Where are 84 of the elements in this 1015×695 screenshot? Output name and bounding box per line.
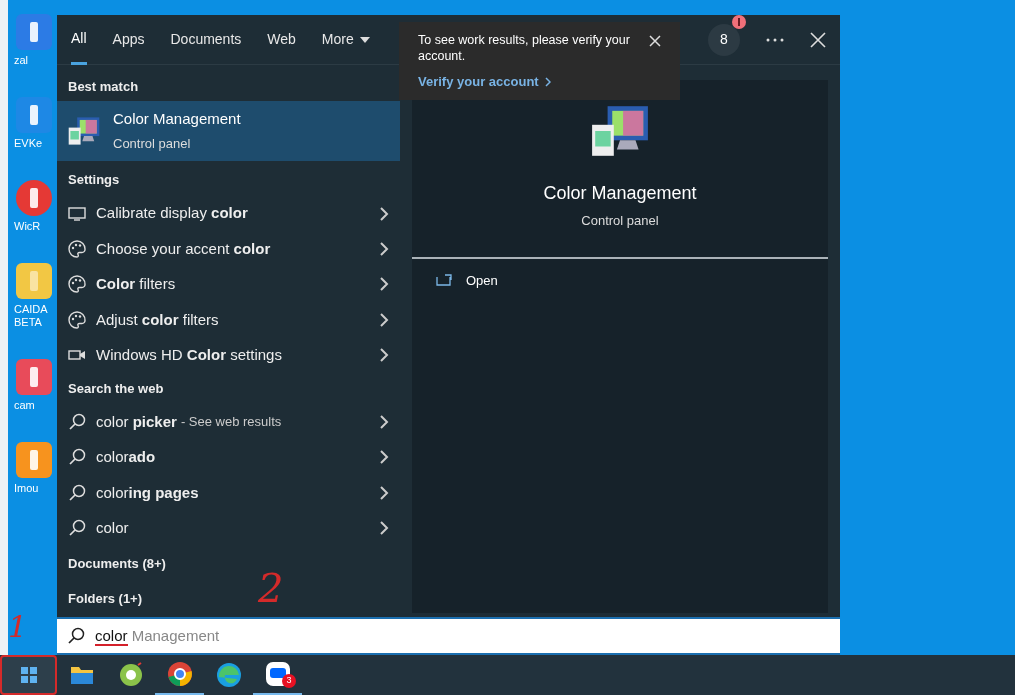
settings-result[interactable]: Windows HD Color settings — [57, 337, 400, 373]
search-icon — [68, 413, 86, 432]
annotation-number: 1 — [8, 612, 28, 642]
web-result[interactable]: color — [57, 510, 400, 546]
filter-tab[interactable]: Apps — [112, 14, 145, 65]
filter-tab[interactable]: Documents — [170, 14, 242, 65]
taskbar-app[interactable]: 3 — [253, 655, 302, 695]
close-icon[interactable] — [649, 35, 661, 47]
result-text: color picker — [96, 411, 177, 432]
palette-icon — [68, 240, 86, 259]
filter-tab[interactable]: All — [71, 14, 87, 65]
annotation-number: 2 — [258, 568, 284, 608]
chat-app-icon[interactable] — [264, 661, 291, 687]
section-heading: Best match — [67, 78, 140, 96]
open-action[interactable]: Open — [412, 258, 828, 302]
chevron-right-icon — [379, 206, 389, 221]
settings-result[interactable]: Choose your accent color — [57, 231, 400, 267]
alert-badge-icon — [732, 14, 746, 29]
section-heading[interactable]: Folders (1+) — [68, 589, 143, 609]
result-text: Adjust color filters — [96, 309, 220, 330]
search-icon — [68, 483, 86, 502]
filter-tab[interactable]: Web — [267, 14, 296, 65]
settings-result[interactable]: Calibrate display color — [57, 195, 400, 232]
folder-icon — [14, 261, 54, 301]
video-icon — [68, 348, 86, 363]
chevron-right-icon — [379, 348, 389, 363]
web-result[interactable]: colorado — [57, 439, 400, 476]
result-hint: - See web results — [180, 413, 282, 432]
palette-icon — [68, 310, 86, 329]
close-icon[interactable] — [810, 31, 826, 48]
notification-message: To see work results, please verify your account. — [418, 32, 631, 64]
result-text: Windows HD Color settings — [96, 344, 283, 365]
search-icon — [68, 448, 86, 467]
result-title: Color Management — [113, 108, 241, 129]
more-options-icon[interactable] — [766, 37, 784, 42]
chevron-right-icon — [379, 242, 389, 257]
preview-subtitle: Control panel — [581, 212, 659, 230]
chevron-right-icon — [379, 312, 389, 327]
preview-title: Color Management — [543, 182, 697, 205]
settings-result[interactable]: Adjust color filters — [57, 302, 400, 338]
app-icon — [14, 357, 54, 397]
best-match-item[interactable]: Color Management Control panel — [57, 100, 400, 162]
caret-down-icon — [359, 36, 370, 43]
result-text: Choose your accent color — [96, 238, 272, 259]
verify-account-link[interactable]: Verify your account — [418, 72, 551, 92]
search-icon — [68, 519, 86, 538]
web-result[interactable]: color picker - See web results — [57, 404, 400, 440]
chevron-right-icon — [379, 521, 389, 536]
result-text: colorado — [96, 447, 156, 468]
result-subtitle: Control panel — [113, 135, 192, 154]
chevron-right-icon — [379, 277, 389, 292]
app-icon — [14, 440, 54, 480]
app-icon — [14, 95, 54, 135]
folder-icon[interactable] — [69, 664, 94, 686]
points-badge[interactable]: 8 — [708, 23, 740, 56]
web-result[interactable]: coloring pages — [57, 475, 400, 511]
section-heading: Settings — [67, 171, 121, 190]
section-heading: Search the web — [67, 379, 165, 398]
start-button[interactable] — [0, 655, 57, 695]
browser-icon[interactable] — [215, 662, 242, 688]
browser-icon[interactable] — [117, 662, 144, 688]
chevron-right-icon — [379, 415, 389, 430]
open-window-icon — [436, 274, 452, 287]
search-icon — [67, 627, 85, 645]
windows-logo-icon — [20, 667, 37, 683]
monitor-icon — [68, 205, 86, 222]
app-icon — [14, 178, 54, 218]
section-heading[interactable]: Documents (8+) — [68, 553, 166, 574]
chevron-right-icon — [379, 450, 389, 465]
search-field[interactable]: color Management — [57, 617, 840, 655]
app-icon — [14, 12, 54, 52]
chevron-right-icon — [544, 76, 551, 87]
notification-count: 3 — [282, 674, 296, 688]
filter-tab[interactable]: More — [321, 14, 370, 65]
result-text: Color filters — [96, 274, 177, 295]
browser-icon[interactable] — [166, 661, 193, 687]
result-text: color — [96, 518, 129, 538]
autocomplete-suggestion: Management — [130, 626, 220, 644]
palette-icon — [68, 275, 86, 294]
result-text: Calibrate display color — [96, 203, 249, 224]
chevron-right-icon — [379, 485, 389, 500]
typed-query: color — [95, 626, 128, 646]
result-text: coloring pages — [96, 482, 199, 503]
settings-result[interactable]: Color filters — [57, 266, 400, 303]
